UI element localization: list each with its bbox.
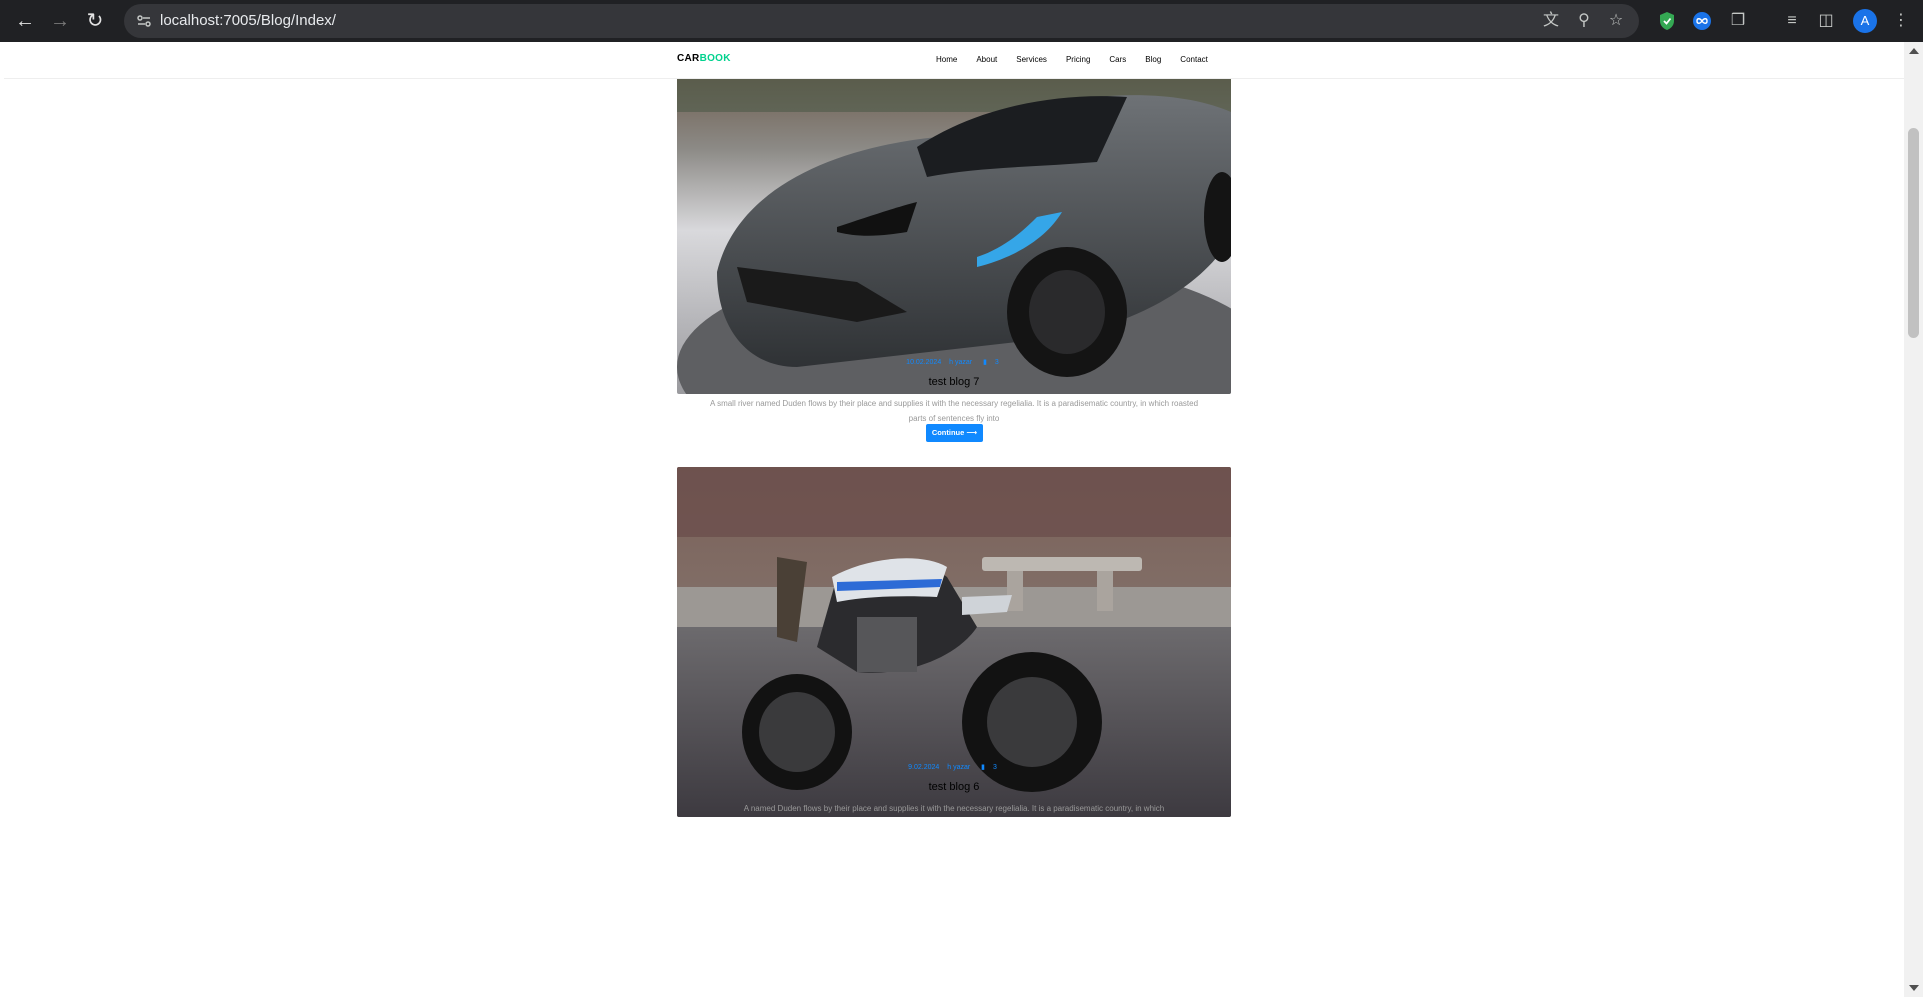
back-arrow-icon[interactable]: ← <box>10 6 40 36</box>
forward-arrow-icon[interactable]: → <box>45 6 75 36</box>
zoom-icon[interactable]: ⚲ <box>1572 9 1596 33</box>
post-excerpt-2: A named Duden flows by their place and s… <box>743 804 1165 813</box>
comment-count-1: 3 <box>994 359 999 366</box>
nav-pricing[interactable]: Pricing <box>1066 55 1090 64</box>
nav-about[interactable]: About <box>976 55 997 64</box>
post-meta-1: 10.02.2024 h yazar ▮ 3 <box>677 358 1231 366</box>
extensions-puzzle-icon[interactable]: ❒ <box>1725 8 1751 34</box>
comment-icon: ▮ <box>983 359 987 366</box>
translate-icon[interactable]: 文 <box>1539 9 1563 33</box>
nav-blog[interactable]: Blog <box>1145 55 1161 64</box>
post-date-1[interactable]: 10.02.2024 <box>906 359 941 366</box>
blog-image-car[interactable] <box>677 67 1231 394</box>
post-title-2[interactable]: test blog 6 <box>677 781 1231 793</box>
profile-avatar[interactable]: A <box>1853 9 1877 33</box>
nav-cars[interactable]: Cars <box>1109 55 1126 64</box>
more-menu-icon[interactable]: ⋮ <box>1888 8 1914 34</box>
main-menu: Home About Services Pricing Cars Blog Co… <box>936 55 1227 64</box>
infinity-extension-icon[interactable] <box>1689 8 1715 34</box>
scroll-down-arrow-icon[interactable] <box>1909 985 1919 991</box>
page-viewport: CARBOOK Home About Services Pricing Cars… <box>4 42 1904 997</box>
bookmark-star-icon[interactable]: ☆ <box>1604 9 1628 33</box>
shield-extension-icon[interactable] <box>1654 8 1680 34</box>
post-excerpt-1: A small river named Duden flows by their… <box>709 399 1199 423</box>
scrollbar-thumb[interactable] <box>1908 128 1919 338</box>
post-date-2[interactable]: 9.02.2024 <box>908 764 939 771</box>
nav-home[interactable]: Home <box>936 55 957 64</box>
brand-part-1: CAR <box>677 53 700 64</box>
browser-toolbar: ← → ↻ localhost:7005/Blog/Index/ 文 ⚲ ☆ ❒… <box>0 0 1923 42</box>
post-comments-2[interactable]: ▮ 3 <box>978 764 1000 771</box>
nav-services[interactable]: Services <box>1016 55 1047 64</box>
post-comments-1[interactable]: ▮ 3 <box>980 359 1002 366</box>
brand-part-2: BOOK <box>699 53 731 64</box>
post-title-1[interactable]: test blog 7 <box>677 376 1231 388</box>
continue-button[interactable]: Continue ⟶ <box>926 424 983 442</box>
comment-icon: ▮ <box>981 764 986 771</box>
reading-list-icon[interactable]: ≡ <box>1779 8 1805 34</box>
arrow-right-icon: ⟶ <box>966 428 978 437</box>
reload-icon[interactable]: ↻ <box>80 6 110 36</box>
sports-car-image <box>677 67 1231 394</box>
site-info-icon[interactable] <box>134 11 154 31</box>
post-author-1[interactable]: h yazar <box>949 359 972 366</box>
nav-contact[interactable]: Contact <box>1180 55 1208 64</box>
post-author-2[interactable]: h yazar <box>947 764 970 771</box>
address-bar[interactable]: localhost:7005/Blog/Index/ 文 ⚲ ☆ <box>124 4 1639 38</box>
side-panel-icon[interactable]: ◫ <box>1813 8 1839 34</box>
url-text[interactable]: localhost:7005/Blog/Index/ <box>160 12 336 29</box>
brand-logo[interactable]: CARBOOK <box>677 53 731 64</box>
comment-count-2: 3 <box>992 764 997 771</box>
continue-label: Continue <box>931 428 965 437</box>
site-navbar: CARBOOK Home About Services Pricing Cars… <box>4 42 1904 79</box>
vertical-scrollbar[interactable] <box>1904 42 1923 997</box>
scroll-up-arrow-icon[interactable] <box>1909 48 1919 54</box>
post-meta-2: 9.02.2024 h yazar ▮ 3 <box>677 763 1231 771</box>
